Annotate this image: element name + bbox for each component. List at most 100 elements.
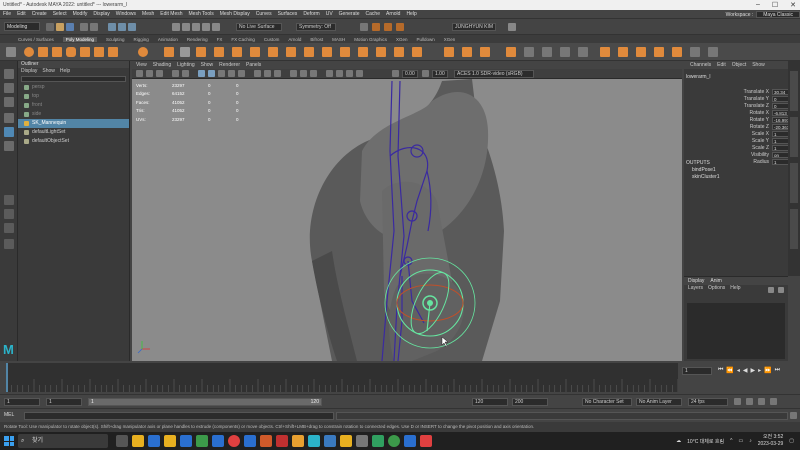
powerpoint-icon[interactable] xyxy=(260,435,272,447)
file-explorer-icon[interactable] xyxy=(132,435,144,447)
app-icon[interactable] xyxy=(340,435,352,447)
channel-tab-object[interactable]: Object xyxy=(732,61,746,69)
menu-windows[interactable]: Windows xyxy=(116,11,136,17)
boolean-icon[interactable] xyxy=(268,47,278,57)
outliner-item-side[interactable]: side xyxy=(18,110,129,119)
persp-outliner-icon[interactable] xyxy=(4,223,14,233)
cut-uv-icon[interactable] xyxy=(560,47,570,57)
redo-icon[interactable] xyxy=(90,23,98,31)
snap-grid-icon[interactable] xyxy=(172,23,180,31)
outliner-menu-show[interactable]: Show xyxy=(42,68,55,75)
windows-start-icon[interactable] xyxy=(4,436,14,446)
shelf-settings-icon[interactable] xyxy=(6,47,16,57)
poly-cylinder-icon[interactable] xyxy=(52,47,62,57)
snap-view-icon[interactable] xyxy=(202,23,210,31)
vp-menu-lighting[interactable]: Lighting xyxy=(177,61,195,69)
menu-arnold[interactable]: Arnold xyxy=(386,11,400,17)
range-end-field[interactable]: 200 xyxy=(512,398,548,406)
uv-icon[interactable] xyxy=(524,47,534,57)
field-chart-icon[interactable] xyxy=(346,70,353,77)
multi-cut-icon[interactable] xyxy=(394,47,404,57)
wireframe-icon[interactable] xyxy=(198,70,205,77)
app-icon[interactable] xyxy=(356,435,368,447)
step-back-icon[interactable]: ⏪ xyxy=(726,367,733,374)
app-icon[interactable] xyxy=(372,435,384,447)
current-time-marker[interactable] xyxy=(6,363,8,392)
menu-display[interactable]: Display xyxy=(93,11,109,17)
shelf-tab[interactable]: Rigging xyxy=(134,37,149,42)
menu-deform[interactable]: Deform xyxy=(303,11,319,17)
new-scene-icon[interactable] xyxy=(46,23,54,31)
gear-icon[interactable] xyxy=(508,23,516,31)
outliner-item-default-light-set[interactable]: defaultLightSet xyxy=(18,128,129,137)
new-layer-selected-icon[interactable] xyxy=(778,287,784,293)
lights-icon[interactable] xyxy=(228,70,235,77)
extrude-icon[interactable] xyxy=(304,47,314,57)
user-account-field[interactable]: JUNGHYUN KIM xyxy=(452,23,496,31)
attr-translate-y[interactable]: Translate Y0 xyxy=(724,95,792,102)
taskbar-search[interactable]: ⌕ 찾기 xyxy=(18,434,108,448)
range-bar[interactable]: 1 120 xyxy=(88,398,322,406)
target-weld-icon[interactable] xyxy=(412,47,422,57)
menu-curves[interactable]: Curves xyxy=(256,11,272,17)
channel-tab-edit[interactable]: Edit xyxy=(717,61,726,69)
chrome-icon[interactable] xyxy=(228,435,240,447)
snap-curve-icon[interactable] xyxy=(182,23,190,31)
vp-menu-shading[interactable]: Shading xyxy=(153,61,171,69)
folder-icon[interactable] xyxy=(164,435,176,447)
attr-visibility[interactable]: Visibility on xyxy=(724,151,792,158)
script-editor-icon[interactable] xyxy=(790,412,797,419)
timeline-track[interactable] xyxy=(6,363,678,392)
outliner-search-input[interactable] xyxy=(21,76,126,82)
range-start-field[interactable]: 1 xyxy=(4,398,40,406)
scale-tool-icon[interactable] xyxy=(4,141,14,151)
menu-edit-mesh[interactable]: Edit Mesh xyxy=(160,11,182,17)
open-scene-icon[interactable] xyxy=(56,23,64,31)
network-icon[interactable]: ▭ xyxy=(738,438,743,444)
workspace-select[interactable]: Maya Classic xyxy=(756,11,800,18)
volume-icon[interactable]: ♪ xyxy=(749,438,752,444)
vp-menu-view[interactable]: View xyxy=(136,61,147,69)
chevron-up-icon[interactable]: ^ xyxy=(730,438,732,444)
shelf-tab[interactable]: XGen xyxy=(396,37,408,42)
smooth-shade-icon[interactable] xyxy=(208,70,215,77)
snap-point-icon[interactable] xyxy=(192,23,200,31)
app-icon[interactable] xyxy=(196,435,208,447)
automatic-uv-icon[interactable] xyxy=(654,47,664,57)
attr-scale-x[interactable]: Scale X1 xyxy=(724,130,792,137)
prev-key-icon[interactable]: ◂ xyxy=(737,367,740,374)
view-transform-select[interactable]: ACES 1.0 SDR-video (sRGB) xyxy=(454,70,534,78)
task-view-icon[interactable] xyxy=(116,435,128,447)
shelf-tab[interactable]: Motion Graphics xyxy=(354,37,387,42)
connect-icon[interactable] xyxy=(444,47,454,57)
separate-icon[interactable] xyxy=(232,47,242,57)
ambient-occlusion-icon[interactable] xyxy=(290,70,297,77)
mail-icon[interactable] xyxy=(148,435,160,447)
poly-cone-icon[interactable] xyxy=(66,47,76,57)
menu-surfaces[interactable]: Surfaces xyxy=(278,11,298,17)
quad-draw-icon[interactable] xyxy=(462,47,472,57)
auto-key-icon[interactable] xyxy=(734,398,741,405)
menu-file[interactable]: File xyxy=(3,11,11,17)
attr-rotate-y[interactable]: Rotate Y -16.997 xyxy=(724,116,792,123)
combine-icon[interactable] xyxy=(214,47,224,57)
bridge-icon[interactable] xyxy=(322,47,332,57)
safe-action-icon[interactable] xyxy=(356,70,363,77)
menu-mesh-display[interactable]: Mesh Display xyxy=(220,11,250,17)
side-tab[interactable] xyxy=(790,209,798,249)
shelf-tab[interactable]: FX xyxy=(217,37,223,42)
channel-tab-channels[interactable]: Channels xyxy=(690,61,711,69)
attr-scale-z[interactable]: Scale Z1 xyxy=(724,144,792,151)
shelf-tab[interactable]: Animation xyxy=(158,37,178,42)
shadows-icon[interactable] xyxy=(238,70,245,77)
maya-taskbar-icon[interactable] xyxy=(308,435,320,447)
shelf-tab[interactable]: Rendering xyxy=(187,37,208,42)
camera-icon[interactable] xyxy=(136,70,143,77)
menu-help[interactable]: Help xyxy=(406,11,416,17)
super-shape-icon[interactable] xyxy=(164,47,174,57)
outliner-menu-help[interactable]: Help xyxy=(60,68,70,75)
spherical-uv-icon[interactable] xyxy=(636,47,646,57)
layer-tab-display[interactable]: Display xyxy=(688,277,704,285)
app-icon[interactable] xyxy=(292,435,304,447)
poly-plane-icon[interactable] xyxy=(94,47,104,57)
